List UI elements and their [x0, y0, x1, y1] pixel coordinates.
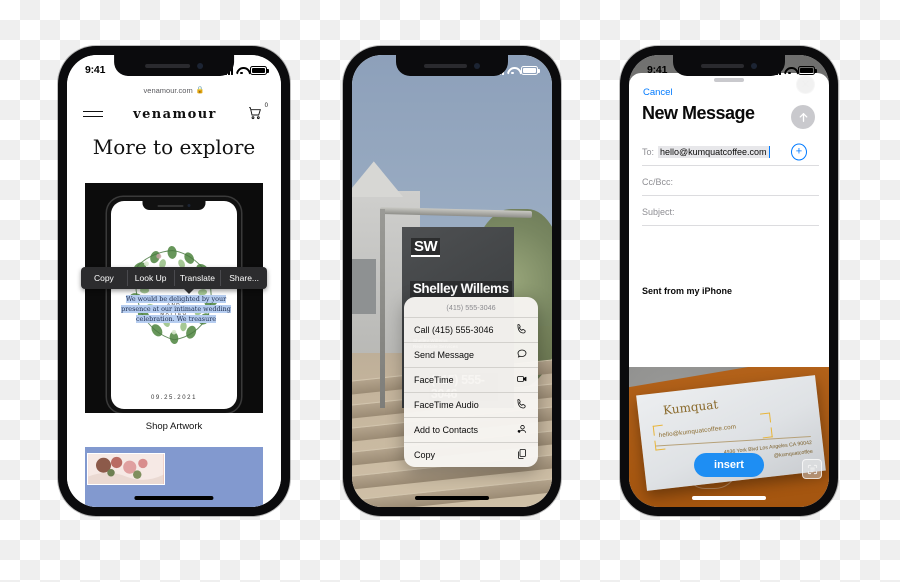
- callout-translate-button[interactable]: Translate: [175, 269, 222, 287]
- phone3-screen: Kumquat hello@kumquatcoffee.com 4936 Yor…: [629, 55, 829, 507]
- phone-icon: [516, 398, 528, 412]
- add-contact-icon: [516, 423, 528, 437]
- site-header: venamour 0: [67, 99, 281, 129]
- phone3-screen-bezel: Kumquat hello@kumquatcoffee.com 4936 Yor…: [629, 55, 829, 507]
- to-label: To:: [642, 147, 655, 157]
- wifi-icon: [784, 66, 795, 75]
- context-item-label: FaceTime: [414, 375, 454, 385]
- phone1-screen-bezel: 9:41 venamour.com 🔒 venamour 0 More to e…: [67, 55, 281, 507]
- mail-signature[interactable]: Sent from my iPhone: [642, 286, 732, 296]
- battery-icon: [250, 65, 269, 75]
- compose-title: New Message: [642, 103, 755, 123]
- phone-icon: [516, 323, 528, 337]
- phone2-screen: SW Shelley Willems Shelley Willems Real …: [352, 55, 552, 507]
- notch: [114, 55, 234, 76]
- context-item-label: Call (415) 555-3046: [414, 325, 494, 335]
- site-brand-logo: venamour: [133, 106, 217, 122]
- front-camera-icon: [473, 62, 480, 69]
- notch: [396, 55, 508, 76]
- context-menu-item-facetime[interactable]: FaceTime: [404, 368, 538, 393]
- context-item-label: Send Message: [414, 350, 475, 360]
- wedding-date: 09.25.2021: [150, 395, 198, 401]
- phone-mockup-safari: 9:41 venamour.com 🔒 venamour 0 More to e…: [58, 46, 290, 516]
- context-menu-item-add-to-contacts[interactable]: Add to Contacts: [404, 418, 538, 443]
- context-item-label: Add to Contacts: [414, 425, 479, 435]
- mail-to-row[interactable]: To: hello@kumquatcoffee.com +: [642, 139, 819, 166]
- mail-compose-sheet: Cancel New Message To: hello@kumquatcoff…: [629, 73, 829, 367]
- mail-cc-bcc-row[interactable]: Cc/Bcc:: [642, 169, 819, 196]
- phone-number-context-menu[interactable]: (415) 555-3046 Call (415) 555-3046 Send …: [404, 297, 538, 467]
- phone1-screen: 9:41 venamour.com 🔒 venamour 0 More to e…: [67, 55, 281, 507]
- page-title: More to explore: [92, 135, 256, 159]
- callout-share-button[interactable]: Share...: [221, 270, 267, 287]
- mail-subject-row[interactable]: Subject:: [642, 199, 819, 226]
- url-text: venamour.com: [143, 85, 193, 95]
- context-menu-item-send-message[interactable]: Send Message: [404, 343, 538, 368]
- shopping-cart-icon[interactable]: 0: [247, 103, 268, 123]
- status-time: 9:41: [85, 64, 106, 76]
- lock-icon: 🔒: [195, 87, 205, 94]
- cart-count-badge: 0: [264, 103, 268, 109]
- to-field-value[interactable]: hello@kumquatcoffee.com: [658, 146, 770, 158]
- message-bubble-icon: [516, 348, 528, 362]
- insert-button[interactable]: insert: [694, 453, 764, 477]
- phone-mockup-camera-livetext: SW Shelley Willems Shelley Willems Real …: [343, 46, 561, 516]
- live-text-scan-icon[interactable]: [802, 459, 822, 479]
- callout-lookup-button[interactable]: Look Up: [128, 269, 175, 287]
- cc-bcc-label: Cc/Bcc:: [642, 177, 674, 187]
- phone2-screen-bezel: SW Shelley Willems Shelley Willems Real …: [352, 55, 552, 507]
- context-menu-item-copy[interactable]: Copy: [404, 443, 538, 467]
- selected-invitation-text[interactable]: We would be delighted by your presence a…: [111, 295, 241, 325]
- screenshot-canvas: 9:41 venamour.com 🔒 venamour 0 More to e…: [0, 0, 900, 582]
- sign-agent-name: Shelley Willems: [409, 280, 512, 297]
- shop-artwork-link[interactable]: Shop Artwork: [67, 421, 281, 432]
- plus-circle-icon[interactable]: +: [791, 143, 807, 161]
- notch: [673, 55, 785, 76]
- battery-icon: [798, 65, 817, 75]
- context-item-label: Copy: [414, 450, 436, 460]
- home-indicator: [415, 496, 489, 500]
- send-arrow-up-icon[interactable]: [791, 105, 815, 129]
- phone-mockup-mail-compose: Kumquat hello@kumquatcoffee.com 4936 Yor…: [620, 46, 838, 516]
- earpiece-speaker-icon: [701, 63, 744, 68]
- context-item-label: FaceTime Audio: [414, 400, 479, 410]
- earpiece-speaker-icon: [144, 63, 191, 68]
- wifi-icon: [507, 66, 518, 75]
- front-camera-icon: [750, 62, 757, 69]
- context-menu-header: (415) 555-3046: [404, 297, 538, 318]
- hamburger-menu-icon[interactable]: [83, 110, 103, 118]
- card-brand-name: Kumquat: [662, 396, 719, 418]
- safari-url-bar[interactable]: venamour.com 🔒: [67, 81, 281, 99]
- floral-product-card[interactable]: [87, 453, 165, 485]
- earpiece-speaker-icon: [424, 63, 467, 68]
- battery-icon: [521, 65, 540, 75]
- context-menu-item-facetime-audio[interactable]: FaceTime Audio: [404, 393, 538, 418]
- status-time: 9:41: [647, 64, 668, 76]
- copy-icon: [516, 448, 528, 462]
- home-indicator: [134, 496, 214, 500]
- cancel-button[interactable]: Cancel: [643, 87, 673, 98]
- callout-copy-button[interactable]: Copy: [81, 269, 128, 287]
- sign-post: [380, 208, 385, 408]
- text-selection-callout-bar[interactable]: Copy Look Up Translate Share...: [81, 267, 267, 294]
- wifi-icon: [236, 66, 247, 75]
- live-text-selection-brackets: [652, 412, 774, 451]
- selection-highlight: We would be delighted by your presence a…: [121, 295, 231, 323]
- sign-logo-initials: SW: [410, 237, 441, 257]
- front-camera-icon: [197, 62, 204, 69]
- context-menu-item-call[interactable]: Call (415) 555-3046: [404, 318, 538, 343]
- inner-notch: [142, 201, 206, 210]
- home-indicator: [692, 496, 766, 500]
- subject-label: Subject:: [642, 207, 675, 217]
- video-camera-icon: [516, 373, 528, 387]
